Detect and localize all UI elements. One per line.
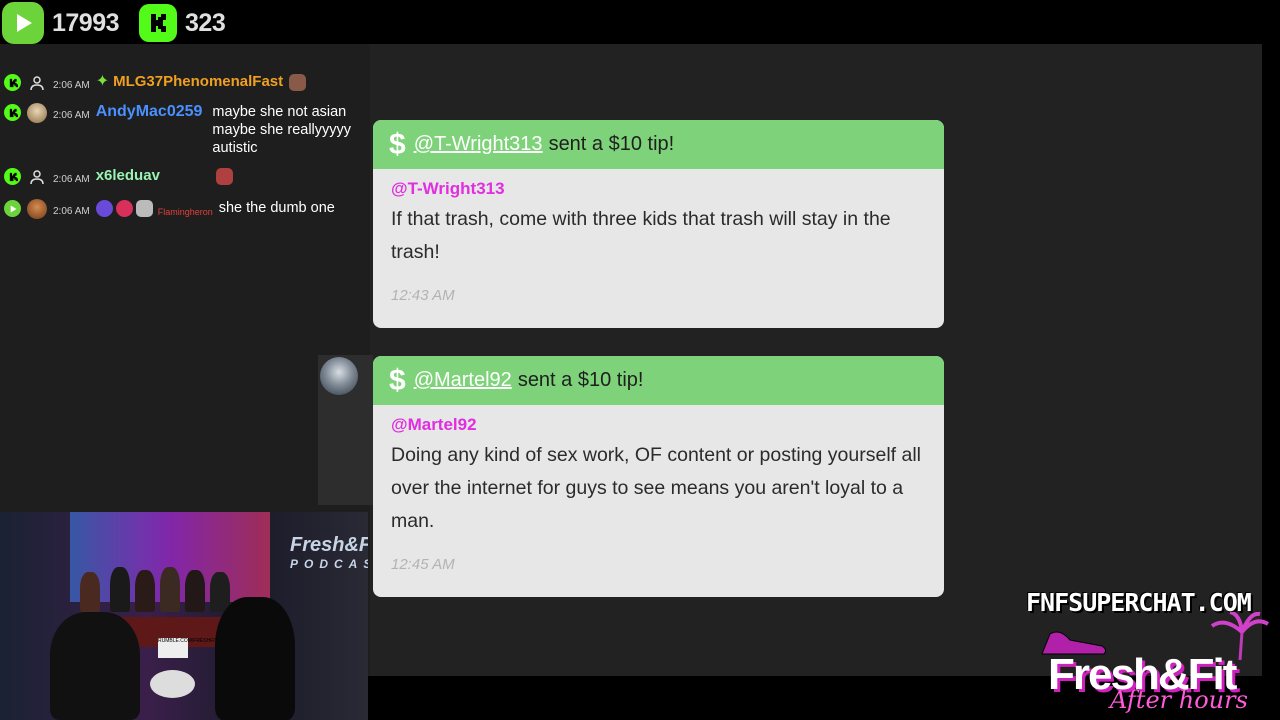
- kick-icon: [139, 4, 178, 42]
- viewer-stats: 17993 323: [0, 0, 250, 46]
- tipper-handle-link[interactable]: @T-Wright313: [414, 133, 543, 156]
- host: [215, 597, 295, 720]
- tip-message: If that trash, come with three kids that…: [391, 208, 891, 263]
- tip-action: sent a $10 tip!: [548, 133, 675, 155]
- guest: [135, 570, 155, 612]
- emote-icon: [215, 168, 233, 185]
- shield-badge-icon: [95, 200, 113, 217]
- guest: [110, 567, 130, 612]
- chat-username[interactable]: x6leduav: [96, 167, 160, 185]
- chat-time: 2:06 AM: [53, 206, 90, 217]
- rumble-play-icon: [2, 2, 44, 44]
- gem-badge-icon: [115, 200, 133, 217]
- tip-card: $ @T-Wright313 sent a $10 tip! @T-Wright…: [373, 120, 944, 328]
- sparkle-icon: ✦: [95, 73, 110, 90]
- brand-logo-subtitle: After hours: [1110, 686, 1248, 714]
- tip-card-body: @Martel92 Doing any kind of sex work, OF…: [373, 405, 944, 573]
- kick-viewer-count: 323: [185, 8, 226, 37]
- chat-time: 2:06 AM: [53, 110, 90, 121]
- chat-message: 2:06 AM AndyMac0259 maybe she not asian …: [0, 100, 372, 160]
- tip-action: sent a $10 tip!: [517, 369, 644, 391]
- cloud-badge-icon: [135, 200, 153, 217]
- chat-message: 2:06 AM Flamingheron she the dumb one: [0, 196, 372, 224]
- chat-message: 2:06 AM ✦ MLG37PhenomenalFast: [0, 70, 372, 98]
- tip-time: 12:43 AM: [391, 287, 455, 304]
- tip-username: @T-Wright313: [391, 179, 505, 198]
- host: [50, 612, 140, 720]
- tip-time: 12:45 AM: [391, 556, 455, 573]
- tip-card-header: $ @Martel92 sent a $10 tip!: [373, 356, 944, 405]
- tipper-avatar: [320, 357, 358, 395]
- guest: [160, 567, 180, 612]
- studio-sign: Fresh&FitPODCAST: [290, 534, 368, 571]
- webcam-feed: Fresh&FitPODCAST RUMBLE.COM/FRESHFIT: [0, 512, 368, 720]
- kick-badge-icon: [4, 168, 21, 185]
- chat-text: she the dumb one: [218, 200, 335, 216]
- dollar-icon: $: [389, 127, 406, 161]
- tipper-avatar-column: [318, 355, 373, 505]
- user-avatar: [27, 103, 47, 123]
- chat-username[interactable]: AndyMac0259: [96, 103, 203, 121]
- kick-badge-icon: [4, 74, 21, 91]
- chat-feed: 2:06 AM ✦ MLG37PhenomenalFast 2:06 AM An…: [0, 70, 372, 224]
- tipper-handle-link[interactable]: @Martel92: [414, 369, 512, 392]
- tip-card: $ @Martel92 sent a $10 tip! @Martel92 Do…: [373, 356, 944, 597]
- chat-time: 2:06 AM: [53, 174, 90, 185]
- chat-time: 2:06 AM: [53, 80, 90, 91]
- chat-text: maybe she not asian maybe she reallyyyyy…: [212, 104, 352, 156]
- dollar-icon: $: [389, 363, 406, 397]
- dog: [150, 670, 195, 698]
- rumble-badge-icon: [4, 200, 21, 217]
- tip-card-body: @T-Wright313 If that trash, come with th…: [373, 169, 944, 304]
- tip-username: @Martel92: [391, 415, 477, 434]
- chat-username[interactable]: Flamingheron: [158, 203, 213, 221]
- chat-username[interactable]: MLG37PhenomenalFast: [113, 73, 283, 91]
- rumble-viewer-count: 17993: [52, 8, 120, 37]
- user-avatar: [27, 199, 47, 219]
- tip-card-header: $ @T-Wright313 sent a $10 tip!: [373, 120, 944, 169]
- default-avatar-icon: [27, 73, 47, 93]
- emote-icon: [289, 74, 307, 91]
- tip-message: Doing any kind of sex work, OF content o…: [391, 444, 922, 532]
- default-avatar-icon: [27, 167, 47, 187]
- kick-badge-icon: [4, 104, 21, 121]
- chat-message: 2:06 AM x6leduav: [0, 164, 372, 192]
- guest: [80, 572, 100, 612]
- rumble-table-sign: RUMBLE.COM/FRESHFIT: [158, 638, 218, 658]
- guest: [185, 570, 205, 612]
